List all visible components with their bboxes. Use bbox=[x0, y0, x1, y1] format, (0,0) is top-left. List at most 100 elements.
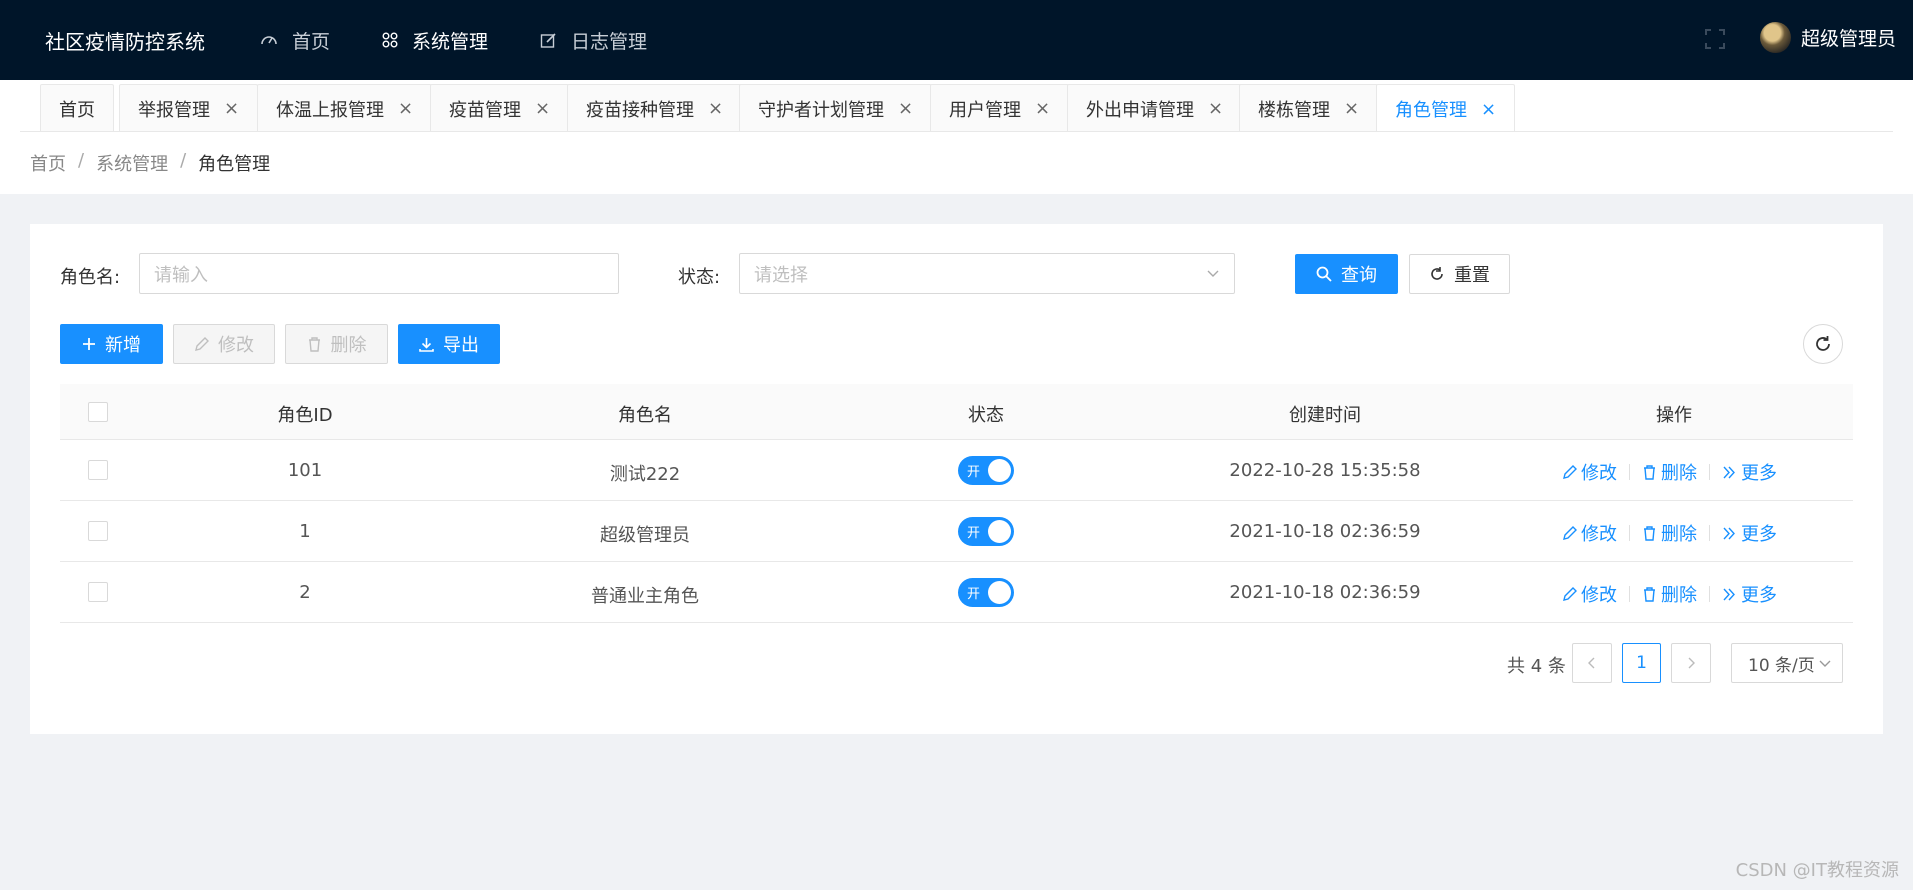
page-size-select[interactable]: 10 条/页 bbox=[1731, 643, 1843, 683]
row-delete-link[interactable]: 删除 bbox=[1642, 581, 1697, 607]
cell-created-time: 2022-10-28 15:35:58 bbox=[1229, 460, 1421, 481]
reset-button[interactable]: 重置 bbox=[1409, 254, 1510, 294]
add-label: 新增 bbox=[105, 335, 141, 356]
status-select[interactable]: 请选择 bbox=[739, 253, 1235, 294]
tab-guardian-plan[interactable]: 守护者计划管理 × bbox=[739, 84, 933, 132]
avatar bbox=[1760, 22, 1791, 53]
row-more-link[interactable]: 更多 bbox=[1722, 581, 1777, 607]
user-menu[interactable]: 超级管理员 bbox=[1760, 22, 1896, 53]
refresh-button[interactable] bbox=[1803, 324, 1843, 364]
breadcrumb-current: 角色管理 bbox=[198, 154, 271, 175]
delete-button[interactable]: 删除 bbox=[285, 324, 388, 364]
close-icon[interactable]: × bbox=[1344, 98, 1359, 119]
chevron-down-icon bbox=[1207, 270, 1219, 277]
app-title: 社区疫情防控系统 bbox=[45, 30, 205, 54]
tab-temperature[interactable]: 体温上报管理 × bbox=[257, 84, 433, 132]
tab-users[interactable]: 用户管理 × bbox=[930, 84, 1070, 132]
trash-icon bbox=[308, 336, 320, 352]
pagination-total: 共 4 条 bbox=[1507, 656, 1566, 677]
row-checkbox[interactable] bbox=[88, 521, 108, 541]
row-actions: 修改 删除 更多 bbox=[1562, 581, 1777, 607]
export-button[interactable]: 导出 bbox=[398, 324, 500, 364]
cell-role-id: 2 bbox=[299, 582, 311, 603]
row-checkbox[interactable] bbox=[88, 582, 108, 602]
close-icon[interactable]: × bbox=[898, 98, 913, 119]
toggle-knob bbox=[988, 459, 1011, 482]
row-edit-link[interactable]: 修改 bbox=[1562, 581, 1617, 607]
cell-role-id: 1 bbox=[299, 521, 311, 542]
delete-label: 删除 bbox=[330, 335, 367, 356]
cell-role-name: 超级管理员 bbox=[600, 525, 690, 546]
column-header: 创建时间 bbox=[1289, 405, 1361, 426]
row-checkbox[interactable] bbox=[88, 460, 108, 480]
tab-label: 角色管理 bbox=[1395, 100, 1467, 121]
breadcrumb-parent[interactable]: 系统管理 bbox=[96, 150, 168, 176]
add-button[interactable]: 新增 bbox=[60, 324, 163, 364]
row-more-link[interactable]: 更多 bbox=[1722, 520, 1777, 546]
cell-created-time: 2021-10-18 02:36:59 bbox=[1229, 582, 1421, 603]
cell-created-time: 2021-10-18 02:36:59 bbox=[1229, 521, 1421, 542]
close-icon[interactable]: × bbox=[1208, 98, 1223, 119]
tab-outing[interactable]: 外出申请管理 × bbox=[1067, 84, 1243, 132]
double-chevron-right-icon bbox=[1723, 588, 1735, 600]
trash-icon bbox=[1644, 464, 1655, 480]
divider bbox=[1629, 464, 1630, 480]
tab-label: 外出申请管理 bbox=[1086, 99, 1194, 121]
edit-icon bbox=[1563, 525, 1577, 540]
role-name-input[interactable]: 请输入 bbox=[139, 253, 619, 294]
table-header: 角色ID 角色名 状态 创建时间 操作 bbox=[60, 384, 1853, 440]
nav-item-home[interactable]: 首页 bbox=[260, 27, 330, 54]
edit-button[interactable]: 修改 bbox=[173, 324, 275, 364]
close-icon[interactable]: × bbox=[224, 98, 239, 119]
table-row: 101 测试222 开 2022-10-28 15:35:58 修改 删除 更多 bbox=[60, 440, 1853, 501]
row-actions: 修改 删除 更多 bbox=[1562, 520, 1777, 546]
close-icon[interactable]: × bbox=[1481, 99, 1496, 120]
table-row: 1 超级管理员 开 2021-10-18 02:36:59 修改 删除 更多 bbox=[60, 501, 1853, 562]
refresh-icon bbox=[1816, 336, 1830, 351]
row-edit-link[interactable]: 修改 bbox=[1562, 459, 1617, 485]
column-header: 角色ID bbox=[277, 405, 333, 426]
query-label: 查询 bbox=[1341, 265, 1377, 286]
close-icon[interactable]: × bbox=[535, 98, 550, 119]
tab-vaccination[interactable]: 疫苗接种管理 × bbox=[567, 84, 743, 132]
row-more-link[interactable]: 更多 bbox=[1722, 459, 1777, 485]
fullscreen-icon[interactable] bbox=[1703, 27, 1727, 51]
page-1-button[interactable]: 1 bbox=[1622, 643, 1661, 683]
status-placeholder: 请选择 bbox=[754, 264, 808, 286]
dashboard-icon bbox=[261, 36, 277, 45]
select-all-checkbox[interactable] bbox=[88, 402, 108, 422]
nav-label: 日志管理 bbox=[571, 30, 648, 53]
tab-report[interactable]: 举报管理 × bbox=[119, 84, 259, 132]
column-header: 状态 bbox=[968, 405, 1004, 426]
op-label: 删除 bbox=[1661, 524, 1697, 545]
edit-label: 修改 bbox=[218, 335, 254, 356]
nav-item-log[interactable]: 日志管理 bbox=[540, 27, 647, 54]
status-toggle[interactable]: 开 bbox=[958, 517, 1014, 546]
tab-building[interactable]: 楼栋管理 × bbox=[1239, 84, 1379, 132]
op-label: 修改 bbox=[1581, 585, 1617, 606]
row-edit-link[interactable]: 修改 bbox=[1562, 520, 1617, 546]
divider bbox=[1709, 464, 1710, 480]
tab-label: 楼栋管理 bbox=[1258, 99, 1330, 121]
row-delete-link[interactable]: 删除 bbox=[1642, 520, 1697, 546]
nav-item-system[interactable]: 系统管理 bbox=[382, 27, 488, 54]
status-toggle[interactable]: 开 bbox=[958, 578, 1014, 607]
tab-home[interactable]: 首页 bbox=[40, 84, 114, 132]
tab-vaccine[interactable]: 疫苗管理 × bbox=[430, 84, 570, 132]
toggle-text: 开 bbox=[967, 465, 981, 480]
status-toggle[interactable]: 开 bbox=[958, 456, 1014, 485]
tab-roles[interactable]: 角色管理 × bbox=[1376, 84, 1516, 133]
trash-icon bbox=[1644, 525, 1655, 541]
row-delete-link[interactable]: 删除 bbox=[1642, 459, 1697, 485]
close-icon[interactable]: × bbox=[1035, 98, 1050, 119]
edit-log-icon bbox=[540, 32, 556, 48]
row-actions: 修改 删除 更多 bbox=[1562, 459, 1777, 485]
close-icon[interactable]: × bbox=[708, 98, 723, 119]
search-icon bbox=[1316, 266, 1332, 282]
query-button[interactable]: 查询 bbox=[1295, 254, 1398, 294]
next-page-button[interactable] bbox=[1671, 643, 1711, 683]
prev-page-button[interactable] bbox=[1572, 643, 1612, 683]
breadcrumb-home[interactable]: 首页 bbox=[30, 150, 66, 176]
toggle-text: 开 bbox=[967, 526, 981, 541]
close-icon[interactable]: × bbox=[398, 98, 413, 119]
